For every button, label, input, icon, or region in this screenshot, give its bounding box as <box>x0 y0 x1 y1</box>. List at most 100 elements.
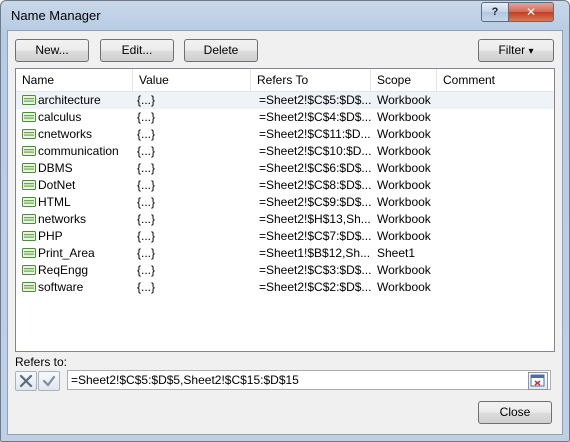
window-title: Name Manager <box>11 8 101 23</box>
row-refers-to: =Sheet1!$B$12,Sh... <box>259 246 371 260</box>
row-scope: Workbook <box>377 280 431 294</box>
row-name: DBMS <box>38 161 73 175</box>
row-refers-to: =Sheet2!$H$13,Sh... <box>259 212 371 226</box>
row-name: PHP <box>38 229 63 243</box>
list-header: Name Value Refers To Scope Comment <box>16 69 554 92</box>
named-range-icon <box>22 180 36 190</box>
delete-button[interactable]: Delete <box>184 39 258 62</box>
row-refers-to: =Sheet2!$C$6:$D$... <box>259 161 371 175</box>
row-scope: Workbook <box>377 144 431 158</box>
help-button[interactable]: ? <box>481 2 509 22</box>
table-row[interactable]: software {...} =Sheet2!$C$2:$D$... Workbook <box>16 279 554 296</box>
row-value: {...} <box>137 246 156 260</box>
column-header-scope[interactable]: Scope <box>371 69 437 91</box>
row-scope: Workbook <box>377 93 431 107</box>
table-row[interactable]: Print_Area {...} =Sheet1!$B$12,Sh... Sheet1 <box>16 245 554 262</box>
named-range-icon <box>22 197 36 207</box>
row-value: {...} <box>137 161 156 175</box>
row-refers-to: =Sheet2!$C$10:$D... <box>259 144 371 158</box>
refers-to-input[interactable] <box>71 372 526 388</box>
collapse-dialog-icon[interactable] <box>528 372 548 390</box>
table-row[interactable]: cnetworks {...} =Sheet2!$C$11:$D... Workboo… <box>16 126 554 143</box>
cancel-x-icon[interactable] <box>15 371 37 391</box>
edit-button[interactable]: Edit... <box>100 39 174 62</box>
row-name: architecture <box>38 93 101 107</box>
row-name: calculus <box>38 110 82 124</box>
table-row[interactable]: ReqEngg {...} =Sheet2!$C$3:$D$... Workbook <box>16 262 554 279</box>
title-bar: Name Manager ? ✕ <box>1 1 569 31</box>
row-name: Print_Area <box>38 246 95 260</box>
named-range-icon <box>22 265 36 275</box>
row-scope: Workbook <box>377 263 431 277</box>
row-name: ReqEngg <box>38 263 89 277</box>
named-range-icon <box>22 129 36 139</box>
refers-to-field <box>67 370 551 390</box>
list-rows: architecture {...} =Sheet2!$C$5:$D$... Work… <box>16 92 554 296</box>
row-scope: Workbook <box>377 229 431 243</box>
row-name: cnetworks <box>38 127 93 141</box>
row-refers-to: =Sheet2!$C$9:$D$... <box>259 195 371 209</box>
row-value: {...} <box>137 280 156 294</box>
row-scope: Workbook <box>377 110 431 124</box>
row-name: DotNet <box>38 178 76 192</box>
row-value: {...} <box>137 212 156 226</box>
named-range-icon <box>22 248 36 258</box>
dialog-body: New... Edit... Delete Filter ▾ Name Valu… <box>7 30 563 435</box>
checkmark-icon[interactable] <box>38 371 60 391</box>
new-button[interactable]: New... <box>15 39 89 62</box>
row-refers-to: =Sheet2!$C$2:$D$... <box>259 280 371 294</box>
row-refers-to: =Sheet2!$C$8:$D$... <box>259 178 371 192</box>
name-manager-window: Name Manager ? ✕ New... Edit... Delete F… <box>0 0 570 442</box>
row-scope: Sheet1 <box>377 246 416 260</box>
row-scope: Workbook <box>377 195 431 209</box>
table-row[interactable]: DBMS {...} =Sheet2!$C$6:$D$... Workbook <box>16 160 554 177</box>
row-value: {...} <box>137 263 156 277</box>
row-refers-to: =Sheet2!$C$3:$D$... <box>259 263 371 277</box>
row-value: {...} <box>137 144 156 158</box>
row-name: software <box>38 280 84 294</box>
row-name: networks <box>38 212 87 226</box>
window-close-button[interactable]: ✕ <box>508 2 554 22</box>
row-refers-to: =Sheet2!$C$4:$D$... <box>259 110 371 124</box>
column-header-value[interactable]: Value <box>133 69 251 91</box>
filter-button[interactable]: Filter ▾ <box>478 39 554 62</box>
column-header-comment[interactable]: Comment <box>437 69 554 91</box>
row-value: {...} <box>137 93 156 107</box>
named-range-icon <box>22 231 36 241</box>
table-row[interactable]: communication {...} =Sheet2!$C$10:$D... Wor… <box>16 143 554 160</box>
filter-label: Filter <box>498 43 526 57</box>
named-range-icon <box>22 95 36 105</box>
close-button[interactable]: Close <box>478 401 552 424</box>
named-range-icon <box>22 112 36 122</box>
chevron-down-icon: ▾ <box>528 46 534 57</box>
row-refers-to: =Sheet2!$C$11:$D... <box>259 127 371 141</box>
row-value: {...} <box>137 110 156 124</box>
row-scope: Workbook <box>377 127 431 141</box>
table-row[interactable]: architecture {...} =Sheet2!$C$5:$D$... Work… <box>16 92 554 109</box>
table-row[interactable]: networks {...} =Sheet2!$H$13,Sh... Workbook <box>16 211 554 228</box>
named-range-icon <box>22 282 36 292</box>
named-range-icon <box>22 214 36 224</box>
names-list[interactable]: Name Value Refers To Scope Comment archi… <box>15 68 555 352</box>
refers-to-label-text: Refers to: <box>15 355 68 369</box>
refers-to-label: Refers to: <box>15 355 67 369</box>
named-range-icon <box>22 146 36 156</box>
named-range-icon <box>22 163 36 173</box>
row-scope: Workbook <box>377 212 431 226</box>
column-header-name[interactable]: Name <box>16 69 133 91</box>
row-value: {...} <box>137 229 156 243</box>
row-refers-to: =Sheet2!$C$5:$D$... <box>259 93 371 107</box>
table-row[interactable]: DotNet {...} =Sheet2!$C$8:$D$... Workbook <box>16 177 554 194</box>
row-value: {...} <box>137 127 156 141</box>
table-row[interactable]: calculus {...} =Sheet2!$C$4:$D$... Workbook <box>16 109 554 126</box>
table-row[interactable]: PHP {...} =Sheet2!$C$7:$D$... Workbook <box>16 228 554 245</box>
row-scope: Workbook <box>377 178 431 192</box>
row-value: {...} <box>137 195 156 209</box>
row-refers-to: =Sheet2!$C$7:$D$... <box>259 229 371 243</box>
row-scope: Workbook <box>377 161 431 175</box>
row-name: HTML <box>38 195 71 209</box>
table-row[interactable]: HTML {...} =Sheet2!$C$9:$D$... Workbook <box>16 194 554 211</box>
row-name: communication <box>38 144 119 158</box>
row-value: {...} <box>137 178 156 192</box>
column-header-refers-to[interactable]: Refers To <box>251 69 371 91</box>
